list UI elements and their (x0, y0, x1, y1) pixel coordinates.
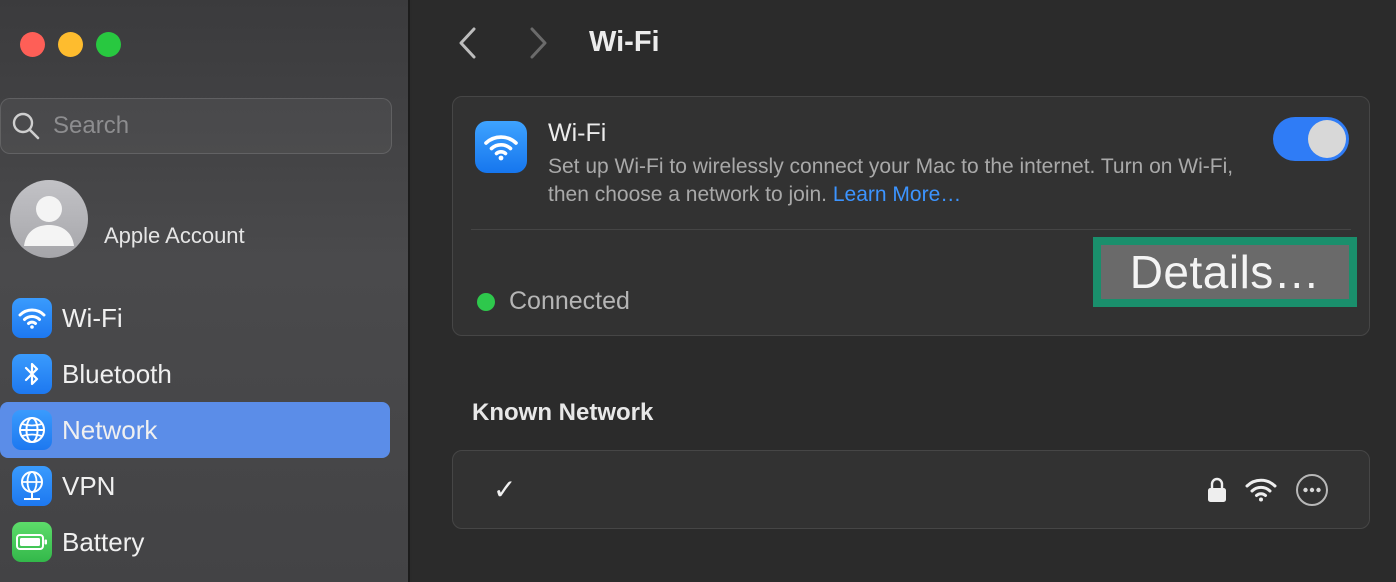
zoom-button[interactable] (96, 32, 121, 57)
person-icon (24, 196, 74, 246)
details-button[interactable]: Details… (1101, 245, 1349, 299)
more-icon[interactable] (1295, 473, 1329, 507)
sidebar-item-label: Network (62, 414, 158, 445)
sidebar-item-wifi[interactable]: Wi-Fi (0, 290, 390, 346)
status-dot (477, 292, 495, 311)
sidebar-item-battery[interactable]: Battery (0, 514, 390, 570)
close-button[interactable] (20, 32, 45, 57)
wifi-icon (12, 298, 52, 338)
main-content: Wi-Fi Wi-Fi Set up Wi-Fi to wirelessly c… (412, 0, 1396, 582)
sidebar-item-vpn[interactable]: VPN (0, 458, 390, 514)
details-highlight: Details… (1093, 237, 1357, 307)
forward-icon[interactable] (526, 26, 550, 60)
network-row-icons (1207, 473, 1329, 507)
sidebar-item-bluetooth[interactable]: Bluetooth (0, 346, 390, 402)
wifi-icon (475, 121, 527, 173)
bluetooth-icon (12, 354, 52, 394)
learn-more-link[interactable]: Learn More… (833, 183, 961, 206)
battery-icon (12, 522, 52, 562)
checkmark-icon: ✓ (493, 474, 517, 505)
vpn-globe-icon (12, 466, 52, 506)
sidebar: Apple Account Wi-Fi Bluetooth (0, 0, 410, 582)
known-network-row[interactable]: ✓ (452, 450, 1370, 529)
search-input[interactable] (53, 112, 373, 140)
toggle-knob (1308, 120, 1346, 158)
sidebar-item-label: Wi-Fi (62, 302, 123, 333)
page-title: Wi-Fi (589, 26, 660, 58)
search-box[interactable] (0, 98, 392, 154)
sidebar-item-label: VPN (62, 470, 116, 501)
wifi-card: Wi-Fi Set up Wi-Fi to wirelessly connect… (452, 96, 1370, 336)
lock-icon (1208, 477, 1226, 502)
divider (471, 229, 1351, 230)
known-network-heading: Known Network (472, 399, 654, 426)
sidebar-item-label: Bluetooth (62, 358, 172, 389)
sidebar-item-network[interactable]: Network (0, 402, 390, 458)
window-controls (20, 32, 121, 57)
account-label: Apple Account (104, 223, 245, 248)
globe-icon (12, 410, 52, 450)
wifi-title: Wi-Fi (548, 119, 607, 147)
avatar (10, 180, 88, 258)
toolbar: Wi-Fi (412, 0, 1396, 86)
wifi-signal-icon (1245, 478, 1277, 502)
sidebar-item-label: Battery (62, 526, 145, 557)
sidebar-nav: Wi-Fi Bluetooth Network VPN Battery (0, 290, 390, 570)
wifi-description: Set up Wi-Fi to wirelessly connect your … (548, 153, 1248, 209)
search-icon (12, 112, 40, 140)
status-label: Connected (509, 287, 630, 315)
apple-account[interactable]: Apple Account (10, 180, 245, 258)
back-icon[interactable] (456, 26, 480, 60)
wifi-toggle[interactable] (1273, 117, 1349, 161)
connection-status: Connected (477, 287, 630, 316)
minimize-button[interactable] (58, 32, 83, 57)
